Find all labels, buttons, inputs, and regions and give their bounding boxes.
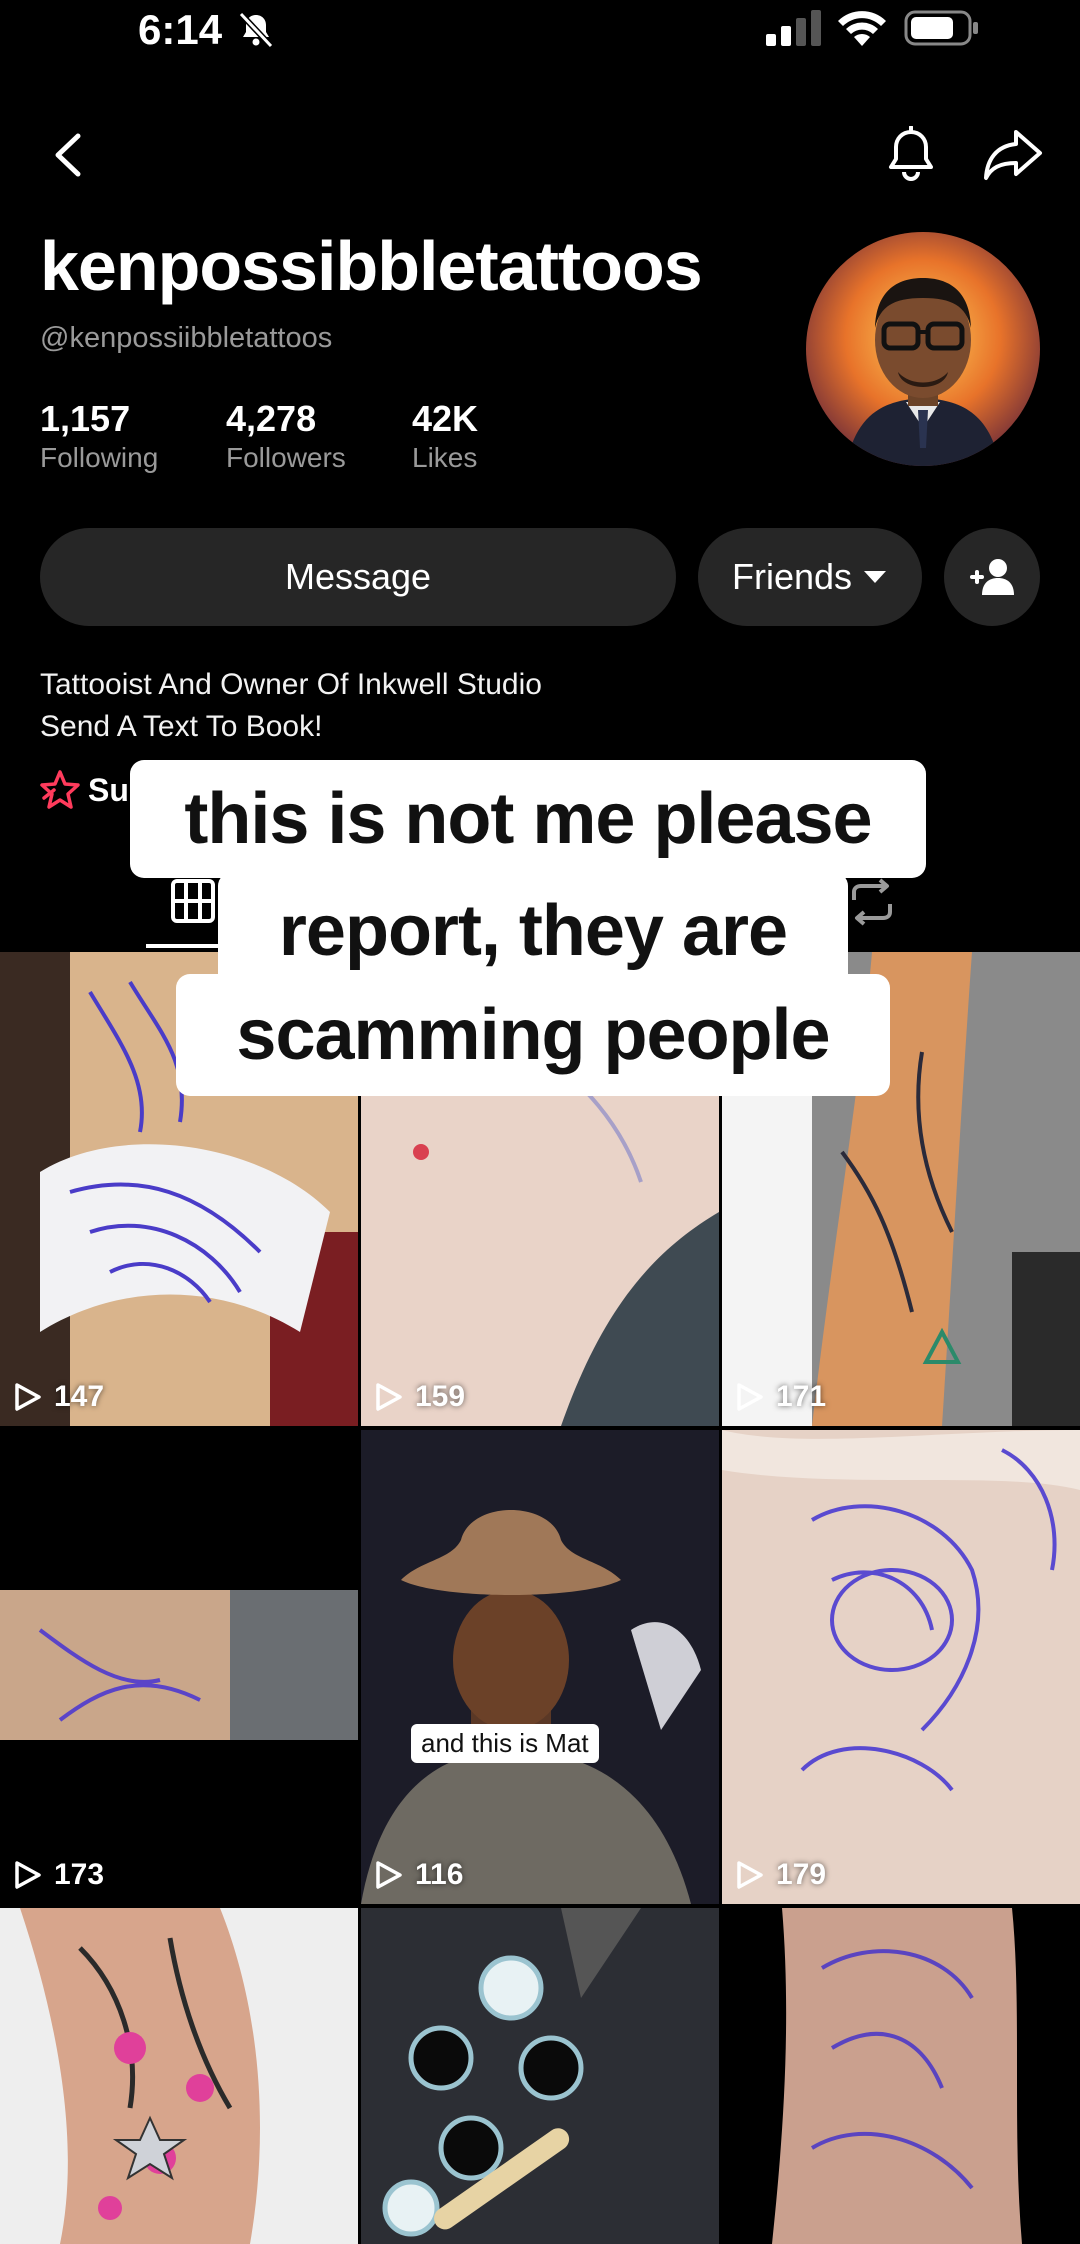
view-count-value: 159 xyxy=(415,1380,466,1413)
friends-button-label: Friends xyxy=(731,556,853,597)
view-count-value: 179 xyxy=(776,1858,827,1891)
play-icon xyxy=(737,1383,763,1411)
bio-line-1: Tattooist And Owner Of Inkwell Studio xyxy=(40,668,542,701)
display-name: kenpossibbletattoos xyxy=(40,227,703,305)
overlay-caption-line-3: scamming people xyxy=(176,974,890,1096)
friends-button[interactable]: Friends xyxy=(698,528,922,626)
view-count: 147 xyxy=(14,1380,104,1414)
add-person-icon xyxy=(970,559,1014,595)
play-icon xyxy=(376,1861,402,1889)
view-count: 179 xyxy=(736,1858,826,1892)
play-icon xyxy=(376,1383,402,1411)
likes-label: Likes xyxy=(412,442,478,473)
video-thumbnail[interactable] xyxy=(0,1908,358,2244)
video-thumbnail[interactable]: 179 xyxy=(722,1430,1080,1904)
caret-down-icon xyxy=(864,571,887,583)
view-count-value: 173 xyxy=(54,1858,105,1891)
battery-icon xyxy=(904,10,978,46)
view-count: 116 xyxy=(375,1858,463,1892)
view-count: 173 xyxy=(14,1858,104,1892)
notification-bell-icon[interactable] xyxy=(884,126,938,184)
bio-line-2: Send A Text To Book! xyxy=(40,710,323,743)
following-stat[interactable]: 1,157 Following xyxy=(40,398,158,474)
message-button-label: Message xyxy=(284,556,432,597)
view-count-value: 116 xyxy=(415,1858,464,1891)
subscription-label[interactable]: Su xyxy=(88,772,129,809)
followers-count: 4,278 xyxy=(226,398,317,439)
message-button[interactable]: Message xyxy=(40,528,676,626)
followers-label: Followers xyxy=(226,442,346,473)
status-time: 6:14 xyxy=(138,6,223,53)
following-count: 1,157 xyxy=(40,398,131,439)
view-count: 159 xyxy=(375,1380,465,1414)
play-icon xyxy=(15,1383,41,1411)
video-thumbnail[interactable]: and this is Mat 116 xyxy=(361,1430,719,1904)
view-count-value: 171 xyxy=(776,1380,827,1413)
following-label: Following xyxy=(40,442,159,473)
video-thumbnail[interactable]: 173 xyxy=(0,1430,358,1904)
play-icon xyxy=(15,1861,41,1889)
play-icon xyxy=(737,1861,763,1889)
add-friend-button[interactable] xyxy=(944,528,1040,626)
signal-icon xyxy=(766,10,821,46)
overlay-caption-line-2: report, they are xyxy=(218,872,848,990)
likes-stat[interactable]: 42K Likes xyxy=(412,398,478,474)
bell-off-icon xyxy=(238,11,274,49)
video-thumbnail[interactable] xyxy=(722,1908,1080,2244)
view-count-value: 147 xyxy=(54,1380,105,1413)
overlay-caption-line-1: this is not me please xyxy=(130,760,926,878)
view-count: 171 xyxy=(736,1380,826,1414)
followers-stat[interactable]: 4,278 Followers xyxy=(226,398,346,474)
avatar[interactable] xyxy=(806,232,1040,466)
video-caption: and this is Mat xyxy=(411,1724,599,1763)
videos-grid-tab-icon[interactable] xyxy=(170,878,216,924)
back-arrow-icon[interactable] xyxy=(50,132,86,178)
repost-tab-icon[interactable] xyxy=(846,878,898,926)
video-thumbnail[interactable] xyxy=(361,1908,719,2244)
username-handle: @kenpossiibbletattoos xyxy=(40,322,333,354)
likes-count: 42K xyxy=(412,398,479,439)
subscription-star-icon[interactable] xyxy=(38,768,82,812)
share-arrow-icon[interactable] xyxy=(982,126,1044,182)
wifi-icon xyxy=(838,11,886,46)
